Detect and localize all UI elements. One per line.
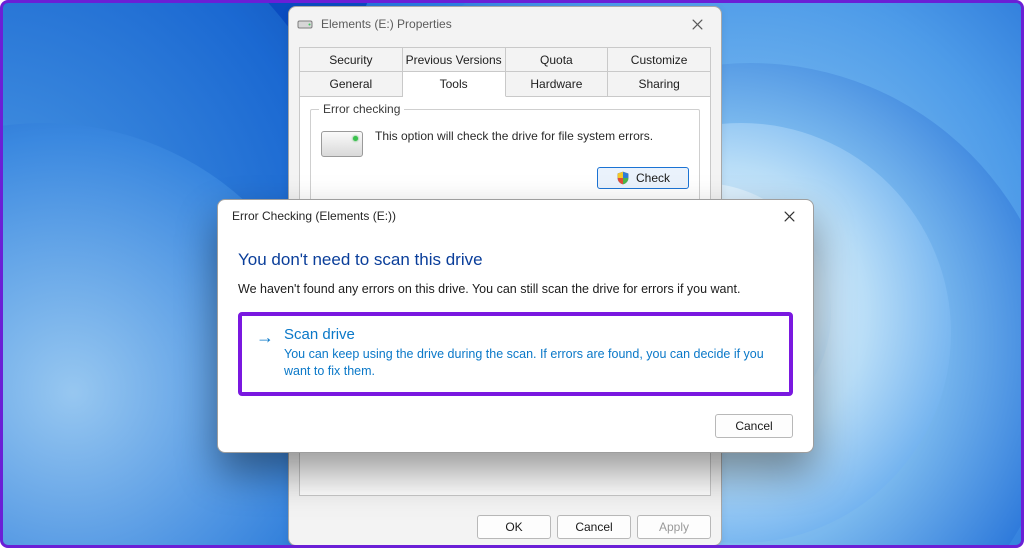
tab-tools[interactable]: Tools xyxy=(403,71,506,97)
tab-quota[interactable]: Quota xyxy=(506,47,609,72)
properties-titlebar[interactable]: Elements (E:) Properties xyxy=(289,7,721,41)
scan-drive-description: You can keep using the drive during the … xyxy=(284,346,775,380)
error-checking-group: Error checking This option will check th… xyxy=(310,109,700,202)
check-button[interactable]: Check xyxy=(597,167,689,189)
shield-icon xyxy=(616,171,630,185)
check-button-label: Check xyxy=(636,171,670,185)
error-checking-dialog: Error Checking (Elements (E:)) You don't… xyxy=(217,199,814,453)
group-description: This option will check the drive for fil… xyxy=(375,128,689,144)
cancel-button[interactable]: Cancel xyxy=(715,414,793,438)
group-title: Error checking xyxy=(319,102,404,116)
tab-previous-versions[interactable]: Previous Versions xyxy=(403,47,506,72)
close-icon xyxy=(692,19,703,30)
ok-button[interactable]: OK xyxy=(477,515,551,539)
scan-drive-option[interactable]: → Scan drive You can keep using the driv… xyxy=(238,312,793,396)
error-dialog-titlebar[interactable]: Error Checking (Elements (E:)) xyxy=(218,200,813,232)
apply-button[interactable]: Apply xyxy=(637,515,711,539)
tab-sharing[interactable]: Sharing xyxy=(608,71,711,97)
tab-security[interactable]: Security xyxy=(299,47,403,72)
properties-title: Elements (E:) Properties xyxy=(321,17,679,31)
close-button[interactable] xyxy=(771,203,807,229)
tab-general[interactable]: General xyxy=(299,71,403,97)
close-icon xyxy=(784,211,795,222)
drive-icon xyxy=(297,16,313,32)
error-dialog-title: Error Checking (Elements (E:)) xyxy=(226,209,771,223)
scan-drive-title: Scan drive xyxy=(284,326,775,343)
properties-footer: OK Cancel Apply xyxy=(477,515,711,539)
error-dialog-heading: You don't need to scan this drive xyxy=(238,250,793,270)
cancel-button[interactable]: Cancel xyxy=(557,515,631,539)
tab-customize[interactable]: Customize xyxy=(608,47,711,72)
right-arrow-icon: → xyxy=(256,328,274,346)
close-button[interactable] xyxy=(679,11,715,37)
desktop-stage: Elements (E:) Properties Security Previo… xyxy=(0,0,1024,548)
error-dialog-subtext: We haven't found any errors on this driv… xyxy=(238,282,793,296)
drive-icon xyxy=(321,131,363,157)
tab-hardware[interactable]: Hardware xyxy=(506,71,609,97)
